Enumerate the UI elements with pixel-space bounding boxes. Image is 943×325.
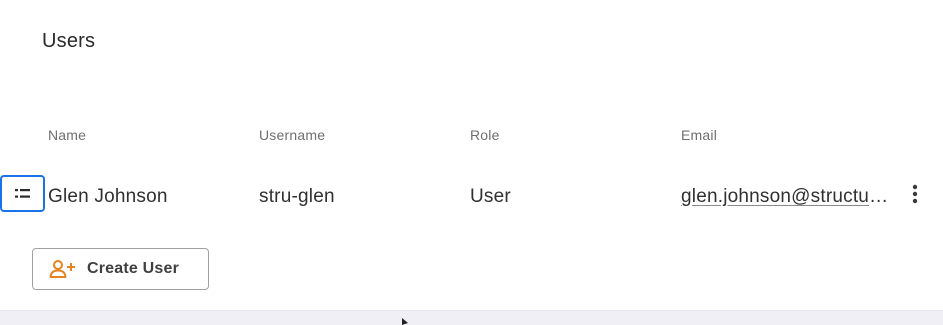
column-header-role[interactable]: Role xyxy=(470,127,500,143)
mouse-cursor-icon xyxy=(402,318,408,325)
create-user-button[interactable]: Create User xyxy=(32,248,209,290)
cell-email-link[interactable]: glen.johnson@structure.com xyxy=(681,186,889,208)
cell-name: Glen Johnson xyxy=(48,186,168,207)
column-header-username[interactable]: Username xyxy=(259,127,325,143)
user-plus-icon xyxy=(49,260,75,278)
cell-username: stru-glen xyxy=(259,186,335,207)
row-menu-button[interactable] xyxy=(905,182,925,206)
column-header-name[interactable]: Name xyxy=(48,127,86,143)
list-icon xyxy=(14,188,30,198)
create-user-label: Create User xyxy=(87,260,180,277)
column-header-email[interactable]: Email xyxy=(681,127,717,143)
page-title: Users xyxy=(42,30,96,52)
bottom-panel-divider xyxy=(0,310,943,325)
more-vertical-icon xyxy=(912,184,918,204)
cell-role: User xyxy=(470,186,511,207)
row-handle-button[interactable] xyxy=(0,175,45,212)
